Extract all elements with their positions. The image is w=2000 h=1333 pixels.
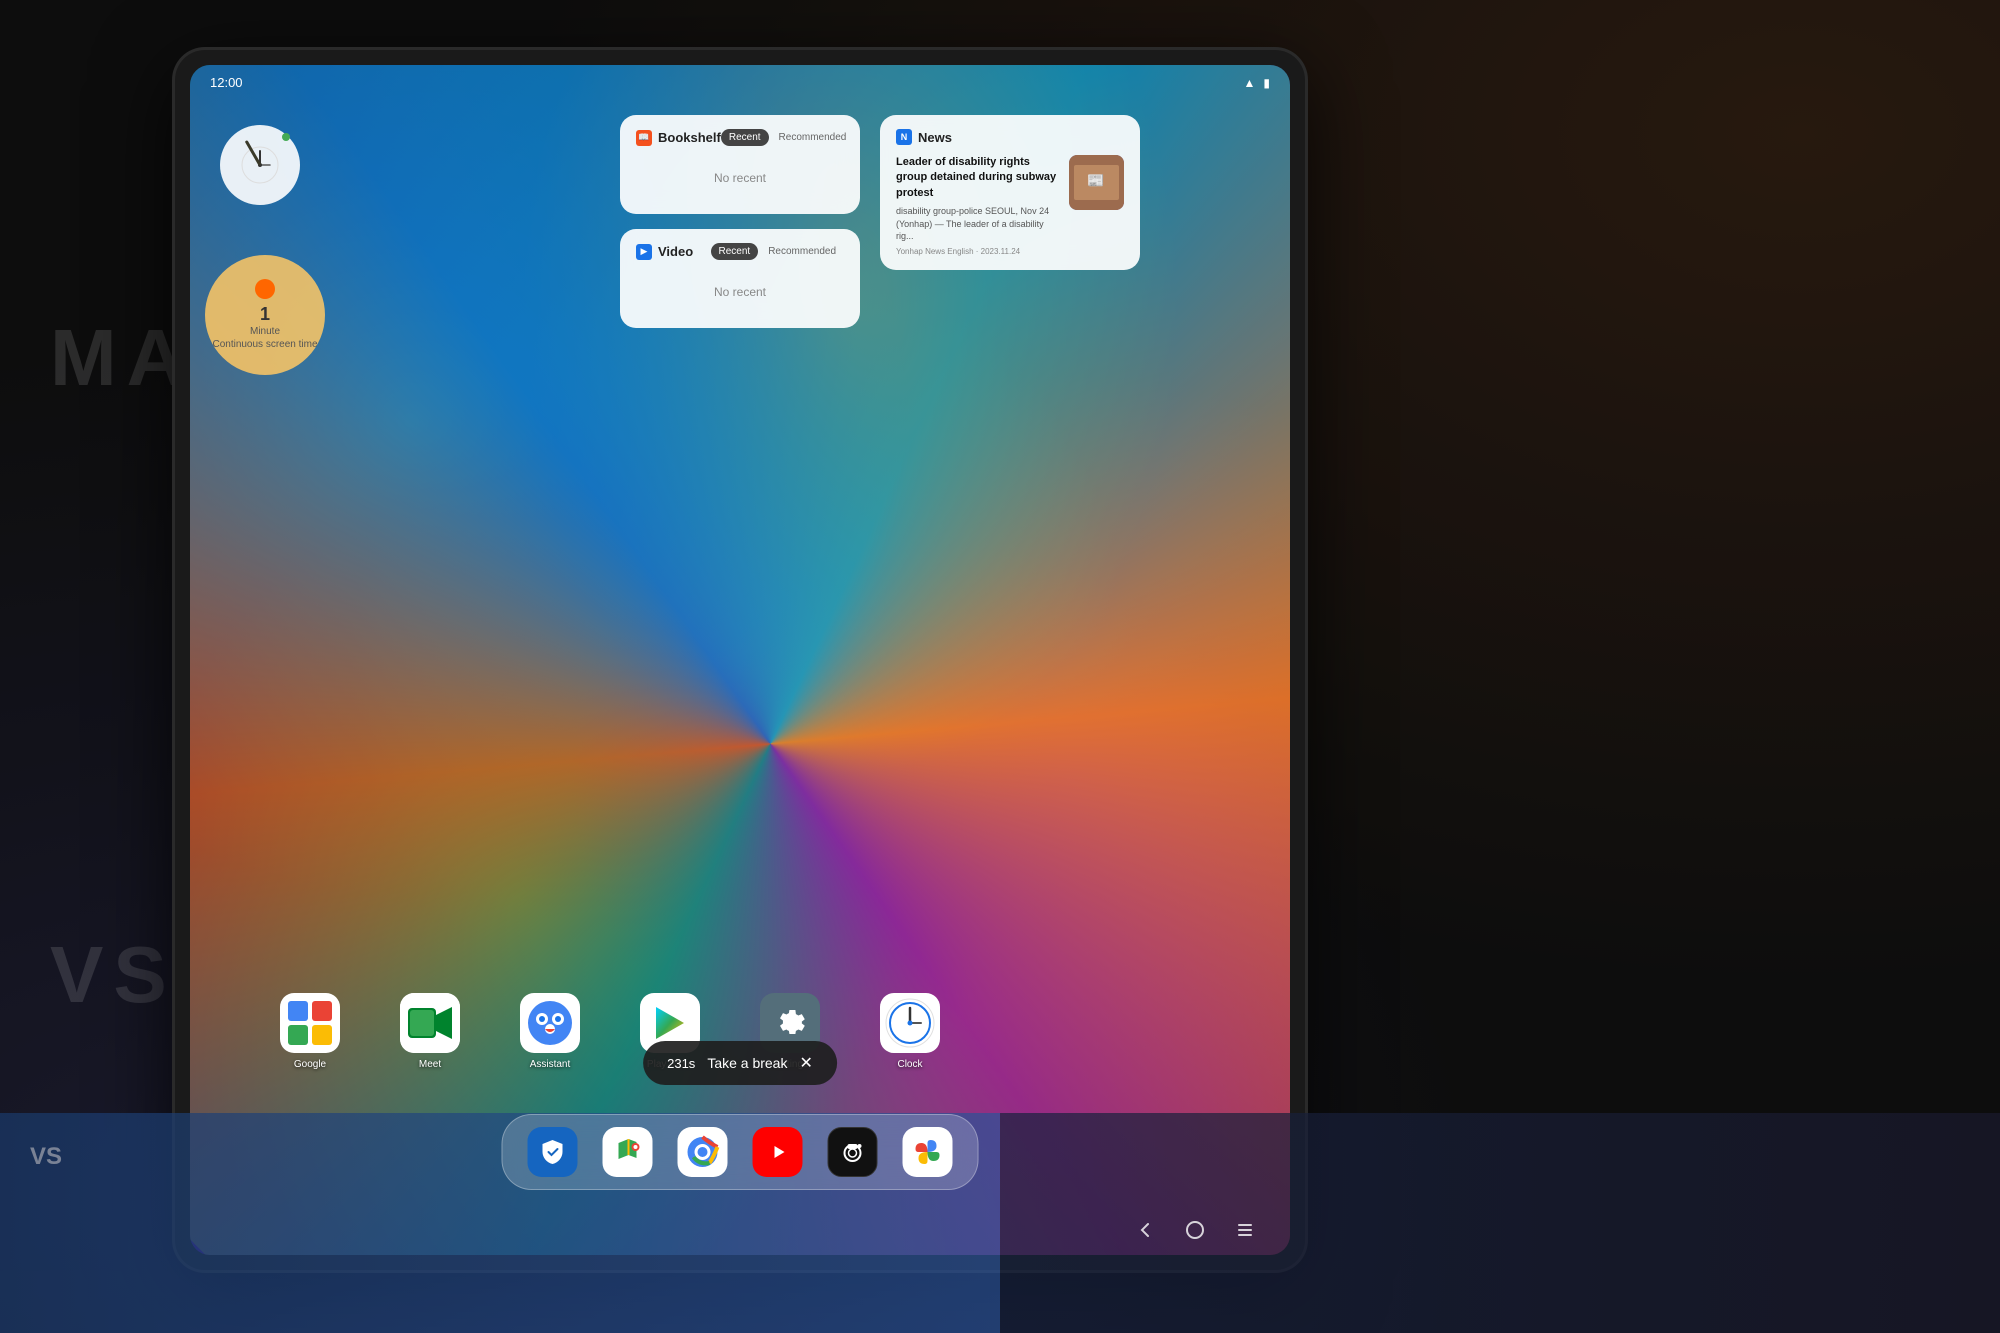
bookshelf-tabs: Recent Recommended xyxy=(721,129,855,146)
bookshelf-title-row: 📖 Bookshelf xyxy=(636,130,721,146)
tablet-device: 12:00 ▲ ▮ xyxy=(175,50,1305,1270)
status-icons: ▲ ▮ xyxy=(1244,76,1271,90)
video-icon: ▶ xyxy=(636,244,652,260)
break-label-unit: Minute xyxy=(250,325,280,338)
video-tab-recommended[interactable]: Recommended xyxy=(760,243,844,260)
clock-app-label: Clock xyxy=(897,1059,922,1070)
break-time-value: 1 xyxy=(260,304,270,325)
back-icon xyxy=(1135,1220,1155,1240)
news-image-svg: 📰 xyxy=(1069,155,1124,210)
app-clock[interactable]: Clock xyxy=(880,993,940,1070)
bottom-navigation xyxy=(1130,1215,1260,1245)
news-widget[interactable]: N News Leader of disability rights group… xyxy=(880,115,1140,270)
video-no-recent: No recent xyxy=(636,270,844,314)
app-assistant[interactable]: Assistant xyxy=(520,993,580,1070)
clock-icon-svg xyxy=(885,998,935,1048)
app-google[interactable]: Google xyxy=(280,993,340,1070)
back-button[interactable] xyxy=(1130,1215,1160,1245)
tablet-screen: 12:00 ▲ ▮ xyxy=(190,65,1290,1255)
recents-button[interactable] xyxy=(1230,1215,1260,1245)
status-time: 12:00 xyxy=(210,75,243,90)
news-title: News xyxy=(918,130,952,145)
assistant-icon xyxy=(520,993,580,1053)
meet-icon-svg xyxy=(400,993,460,1053)
wifi-icon: ▲ xyxy=(1244,76,1256,90)
bottom-partial-content: VS xyxy=(0,1113,2000,1333)
app-meet[interactable]: Meet xyxy=(400,993,460,1070)
outer-background: MAIL ON NEXT WORK VS 12:00 ▲ ▮ xyxy=(0,0,2000,1333)
bottom-dock xyxy=(502,1114,979,1190)
break-label-desc: Continuous screen time xyxy=(212,338,317,351)
home-icon xyxy=(1185,1220,1205,1240)
google-icon-svg xyxy=(288,1001,332,1045)
clock-svg xyxy=(240,145,280,185)
battery-icon: ▮ xyxy=(1263,76,1270,90)
bookshelf-tab-recommended[interactable]: Recommended xyxy=(771,129,855,146)
maps-icon xyxy=(611,1135,645,1169)
dock-maps[interactable] xyxy=(603,1127,653,1177)
news-source: Yonhap News English · 2023.11.24 xyxy=(896,247,1059,256)
break-icon xyxy=(255,279,275,299)
news-header: N News xyxy=(896,129,1124,145)
news-thumbnail: 📰 xyxy=(1069,155,1124,210)
news-headline: Leader of disability rights group detain… xyxy=(896,155,1059,201)
video-tabs: Recent Recommended xyxy=(711,243,845,260)
take-break-toast: 231s Take a break ✕ xyxy=(643,1041,837,1085)
screen-time-widget[interactable]: 1 Minute Continuous screen time xyxy=(205,255,325,375)
shield-icon xyxy=(538,1137,568,1167)
home-button[interactable] xyxy=(1180,1215,1210,1245)
bookshelf-tab-recent[interactable]: Recent xyxy=(721,129,769,146)
bookshelf-title: Bookshelf xyxy=(658,130,721,145)
toast-close-button[interactable]: ✕ xyxy=(799,1053,812,1073)
dock-samsung-security[interactable] xyxy=(528,1127,578,1177)
news-text-block: Leader of disability rights group detain… xyxy=(896,155,1059,256)
assistant-label: Assistant xyxy=(530,1059,571,1070)
dock-camera[interactable] xyxy=(828,1127,878,1177)
video-title-row: ▶ Video xyxy=(636,244,693,260)
clock-indicator xyxy=(282,133,290,141)
settings-icon-svg xyxy=(772,1005,808,1041)
clock-face xyxy=(220,125,300,205)
clock-icon xyxy=(880,993,940,1053)
news-icon: N xyxy=(896,129,912,145)
bookshelf-widget[interactable]: 📖 Bookshelf Recent Recommended No recent xyxy=(620,115,860,214)
toast-timer: 231s xyxy=(667,1056,695,1071)
photos-icon xyxy=(911,1135,945,1169)
camera-icon xyxy=(838,1137,868,1167)
meet-label: Meet xyxy=(419,1059,441,1070)
dock-youtube[interactable] xyxy=(753,1127,803,1177)
meet-icon xyxy=(400,993,460,1053)
assistant-icon-svg xyxy=(520,993,580,1053)
google-label: Google xyxy=(294,1059,326,1070)
app-grid: Google Meet xyxy=(280,993,940,1070)
dock-chrome[interactable] xyxy=(678,1127,728,1177)
bookshelf-no-recent: No recent xyxy=(636,156,844,200)
clock-widget[interactable] xyxy=(220,125,300,220)
video-header: ▶ Video Recent Recommended xyxy=(636,243,844,260)
chrome-icon xyxy=(686,1135,720,1169)
recents-icon xyxy=(1235,1220,1255,1240)
news-article[interactable]: Leader of disability rights group detain… xyxy=(896,155,1124,256)
bookshelf-icon: 📖 xyxy=(636,130,652,146)
video-tab-recent[interactable]: Recent xyxy=(711,243,759,260)
news-description: disability group-police SEOUL, Nov 24 (Y… xyxy=(896,205,1059,243)
toast-message: Take a break xyxy=(707,1055,787,1071)
bookshelf-header: 📖 Bookshelf Recent Recommended xyxy=(636,129,844,146)
google-icon xyxy=(280,993,340,1053)
video-widget[interactable]: ▶ Video Recent Recommended No recent xyxy=(620,229,860,328)
dock-photos[interactable] xyxy=(903,1127,953,1177)
status-bar: 12:00 ▲ ▮ xyxy=(190,65,1290,100)
youtube-icon xyxy=(763,1137,793,1167)
content-widgets-area: 📖 Bookshelf Recent Recommended No recent xyxy=(620,115,860,328)
video-title: Video xyxy=(658,244,693,259)
svg-text:📰: 📰 xyxy=(1087,172,1104,188)
